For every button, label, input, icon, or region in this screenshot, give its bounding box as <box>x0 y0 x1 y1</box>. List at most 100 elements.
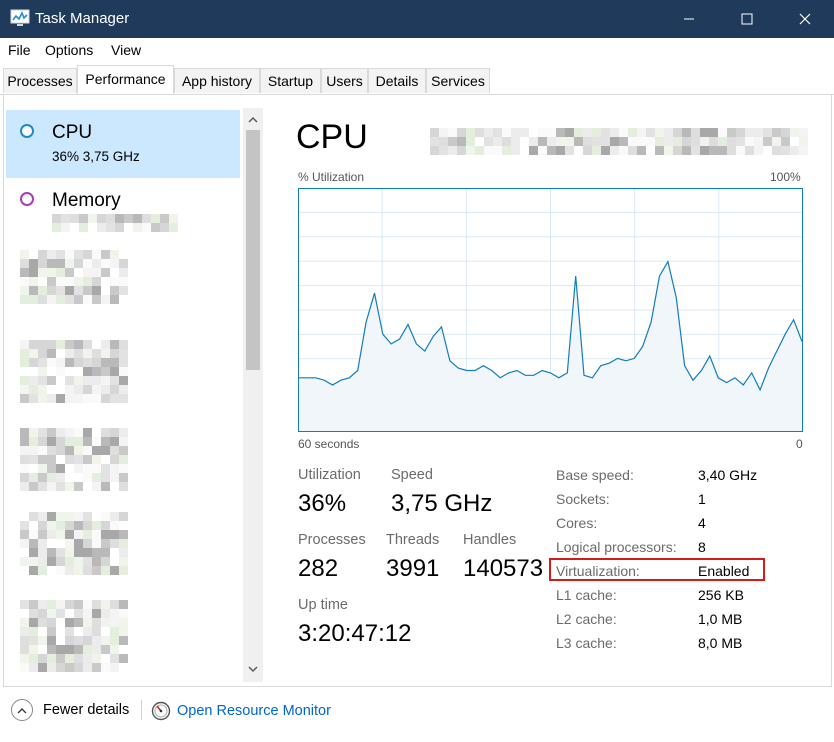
tab-services[interactable]: Services <box>426 68 490 93</box>
redaction-pixel <box>65 521 74 530</box>
redaction-pixel <box>56 376 65 385</box>
redaction-pixel <box>646 146 655 155</box>
redaction-pixel <box>65 295 74 304</box>
redaction-pixel <box>119 557 128 566</box>
redaction-pixel <box>110 455 119 464</box>
redaction-pixel <box>448 128 457 137</box>
redaction-pixel <box>47 539 56 548</box>
redaction-pixel <box>502 146 511 155</box>
maximize-button[interactable] <box>718 0 776 38</box>
open-resource-monitor-link[interactable]: Open Resource Monitor <box>177 703 331 719</box>
sidebar-item-cpu[interactable]: CPU 36% 3,75 GHz <box>6 110 240 178</box>
sidebar-item-network[interactable] <box>6 512 240 580</box>
menu-options[interactable]: Options <box>45 42 93 58</box>
redaction-pixel <box>65 530 74 539</box>
tab-startup[interactable]: Startup <box>260 68 321 93</box>
sidebar-scrollbar[interactable] <box>243 108 263 682</box>
redaction-pixel <box>61 214 70 223</box>
panel-title: CPU <box>296 118 368 156</box>
redaction-pixel <box>110 521 119 530</box>
scroll-down-button[interactable] <box>243 660 263 678</box>
sidebar-item-subtitle: 36% 3,75 GHz <box>52 149 140 164</box>
redaction-pixel <box>110 259 119 268</box>
redaction-pixel <box>619 128 628 137</box>
tab-app-history[interactable]: App history <box>174 68 260 93</box>
menu-file[interactable]: File <box>8 42 31 58</box>
redaction-pixel <box>47 437 56 446</box>
redaction-pixel <box>101 618 110 627</box>
uptime-value: 3:20:47:12 <box>298 620 412 647</box>
redaction-pixel <box>520 146 529 155</box>
redaction-pixel <box>119 376 128 385</box>
maximize-icon <box>741 13 753 25</box>
redaction-pixel <box>92 482 101 491</box>
redaction-pixel <box>56 464 65 473</box>
close-button[interactable] <box>776 0 834 38</box>
redaction-pixel <box>124 223 133 232</box>
tab-processes[interactable]: Processes <box>3 68 77 93</box>
redaction-pixel <box>56 645 65 654</box>
redaction-pixel <box>29 482 38 491</box>
redaction-pixel <box>101 530 110 539</box>
redaction-pixel <box>38 609 47 618</box>
redaction-pixel <box>430 146 439 155</box>
redaction-pixel <box>20 530 29 539</box>
redaction-pixel <box>110 473 119 482</box>
redaction-pixel <box>83 512 92 521</box>
redaction-pixel <box>601 137 610 146</box>
redaction-pixel <box>74 428 83 437</box>
tab-details[interactable]: Details <box>368 68 426 93</box>
redaction-pixel <box>92 358 101 367</box>
redaction-pixel <box>47 286 56 295</box>
redaction-pixel <box>20 446 29 455</box>
redaction-pixel <box>74 663 83 672</box>
redaction-pixel <box>92 512 101 521</box>
redaction-pixel <box>20 566 29 575</box>
sidebar-item-disk[interactable] <box>6 336 240 404</box>
redaction-pixel <box>56 627 65 636</box>
uptime-label: Up time <box>298 597 348 613</box>
sidebar-item-network[interactable] <box>6 428 240 496</box>
redaction-pixel <box>101 455 110 464</box>
redaction-pixel <box>29 600 38 609</box>
scroll-thumb[interactable] <box>246 130 260 370</box>
redaction-pixel <box>119 340 128 349</box>
redaction-pixel <box>493 128 502 137</box>
redaction-pixel <box>74 539 83 548</box>
redaction-pixel <box>47 663 56 672</box>
tab-performance[interactable]: Performance <box>77 65 174 94</box>
redaction-pixel <box>20 627 29 636</box>
redaction-pixel <box>106 223 115 232</box>
redaction-pixel <box>20 349 29 358</box>
redaction-pixel <box>20 609 29 618</box>
redacted-cpu-model <box>430 128 808 155</box>
scroll-up-button[interactable] <box>243 110 263 128</box>
redaction-pixel <box>38 566 47 575</box>
sidebar-item-disk[interactable] <box>6 246 240 314</box>
redaction-pixel <box>119 654 128 663</box>
redaction-pixel <box>655 128 664 137</box>
minimize-button[interactable] <box>660 0 718 38</box>
redaction-pixel <box>529 128 538 137</box>
handles-label: Handles <box>463 532 517 548</box>
redaction-pixel <box>20 645 29 654</box>
redaction-pixel <box>20 259 29 268</box>
sidebar-item-memory[interactable]: Memory <box>6 178 240 246</box>
redaction-pixel <box>110 268 119 277</box>
redaction-pixel <box>119 645 128 654</box>
redaction-pixel <box>106 214 115 223</box>
redaction-pixel <box>61 223 70 232</box>
redaction-pixel <box>101 367 110 376</box>
processes-value: 282 <box>298 555 339 582</box>
redaction-pixel <box>20 340 29 349</box>
sidebar-item-gpu[interactable] <box>6 600 240 672</box>
redaction-pixel <box>475 128 484 137</box>
resource-monitor-icon[interactable] <box>151 701 171 721</box>
redaction-pixel <box>65 512 74 521</box>
redaction-pixel <box>799 128 808 137</box>
tab-users[interactable]: Users <box>321 68 368 93</box>
redaction-pixel <box>439 128 448 137</box>
redaction-pixel <box>20 376 29 385</box>
redaction-pixel <box>47 464 56 473</box>
menu-view[interactable]: View <box>111 42 141 58</box>
